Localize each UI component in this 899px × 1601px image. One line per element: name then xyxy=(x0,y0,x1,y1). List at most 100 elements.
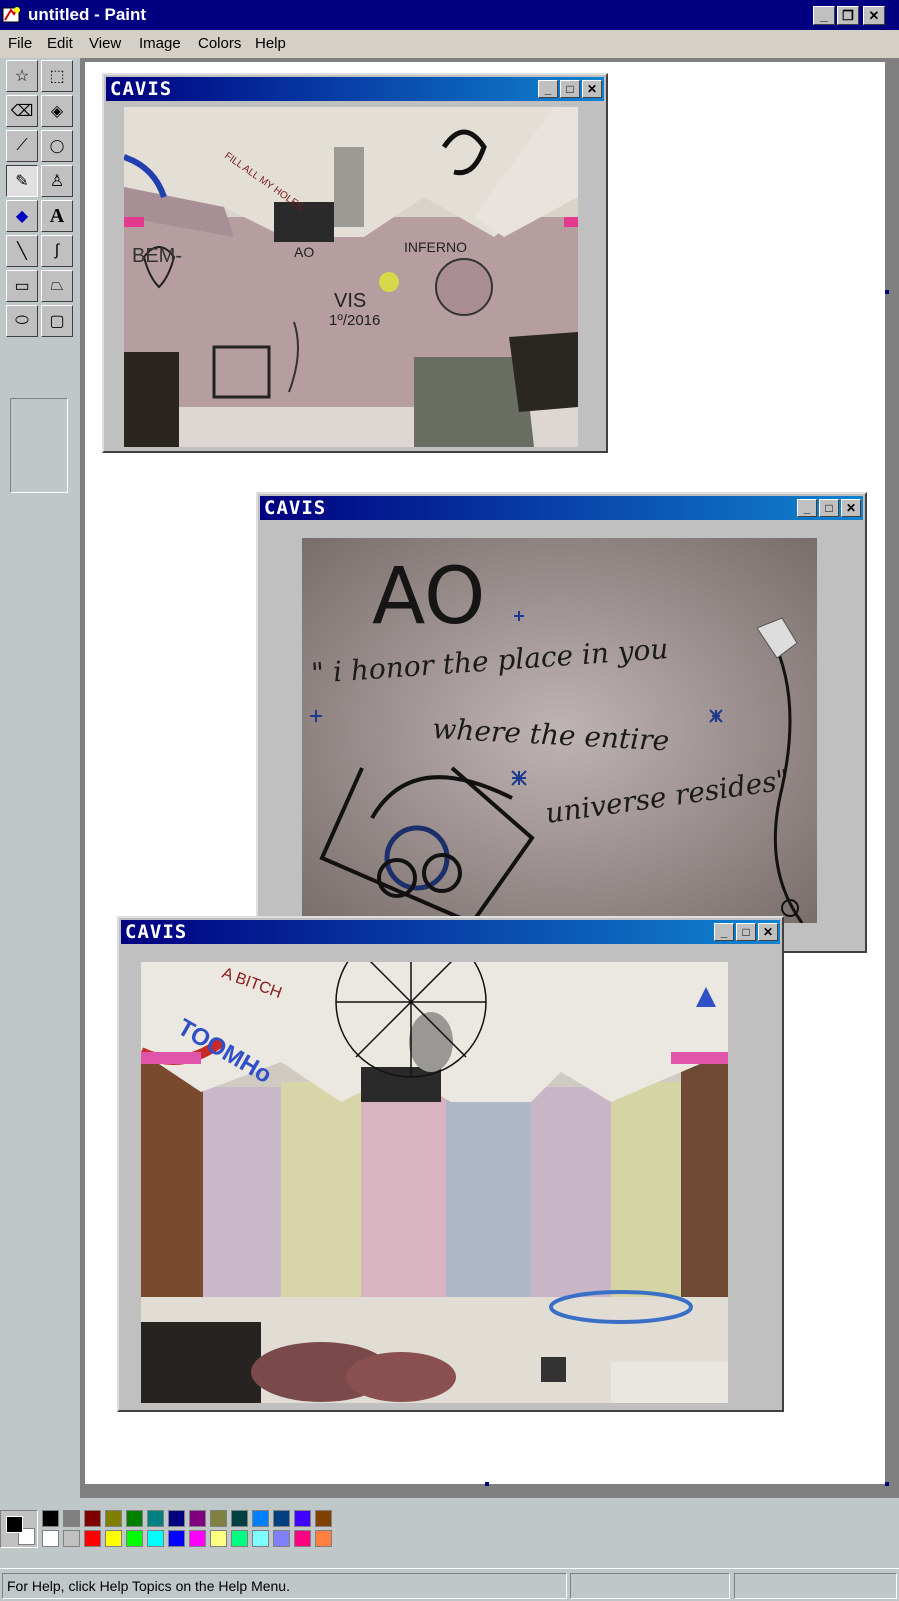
line-icon: ╲ xyxy=(17,243,27,260)
palette-swatch[interactable] xyxy=(231,1510,248,1527)
eraser-tool[interactable]: ⌫ xyxy=(6,95,38,127)
cavis-photo-2: AO " i honor the place in you where the … xyxy=(302,538,817,923)
menu-help[interactable]: Help xyxy=(255,35,286,52)
menu-file[interactable]: File xyxy=(8,35,32,52)
color-palette xyxy=(0,1498,899,1560)
curve-tool[interactable]: ∫ xyxy=(41,235,73,267)
tool-options-box[interactable] xyxy=(10,398,68,493)
graffiti-room-image: BEM- VIS 1º/2016 INFERNO AO FILL ALL MY … xyxy=(124,107,578,447)
ellipse-icon: ⬭ xyxy=(15,312,29,329)
foreground-color-swatch[interactable] xyxy=(6,1516,23,1533)
minimize-button[interactable]: _ xyxy=(813,6,835,25)
cavis-1-close-button[interactable]: ✕ xyxy=(582,80,602,98)
menu-colors[interactable]: Colors xyxy=(198,35,241,52)
cavis-3-close-button[interactable]: ✕ xyxy=(758,923,778,941)
palette-swatch[interactable] xyxy=(126,1510,143,1527)
palette-swatch[interactable] xyxy=(84,1510,101,1527)
cavis-window-3[interactable]: CAVIS _ □ ✕ A BITCH TOOMHo xyxy=(117,916,784,1412)
free-select-tool[interactable]: ☆ xyxy=(6,60,38,92)
palette-swatch[interactable] xyxy=(189,1530,206,1547)
cavis-window-2[interactable]: CAVIS _ □ ✕ AO " i honor the place in yo… xyxy=(256,492,867,953)
menu-edit[interactable]: Edit xyxy=(47,35,73,52)
palette-swatch[interactable] xyxy=(42,1510,59,1527)
resize-handle-right[interactable] xyxy=(885,290,889,294)
palette-swatch[interactable] xyxy=(42,1530,59,1547)
cavis-window-3-titlebar[interactable]: CAVIS _ □ ✕ xyxy=(121,920,780,944)
magnifier-icon: ◯ xyxy=(49,138,65,153)
palette-swatch[interactable] xyxy=(105,1530,122,1547)
cavis-window-2-title: CAVIS xyxy=(264,497,327,519)
line-tool[interactable]: ╲ xyxy=(6,235,38,267)
cavis-window-1[interactable]: CAVIS _ □ ✕ BEM- VIS 1º/2016 INFERNO AO … xyxy=(102,73,608,453)
rectangle-icon: ▭ xyxy=(14,278,30,295)
cavis-window-2-titlebar[interactable]: CAVIS _ □ ✕ xyxy=(260,496,863,520)
palette-swatch[interactable] xyxy=(315,1510,332,1527)
magnifier-tool[interactable]: ◯ xyxy=(41,130,73,162)
brush-tool[interactable]: ♙ xyxy=(41,165,73,197)
palette-swatch[interactable] xyxy=(84,1530,101,1547)
close-button[interactable]: ✕ xyxy=(863,6,885,25)
menu-image[interactable]: Image xyxy=(139,35,181,52)
wall-text-vis: VIS xyxy=(334,290,366,312)
menu-view[interactable]: View xyxy=(89,35,121,52)
palette-swatch[interactable] xyxy=(210,1530,227,1547)
status-coordinates xyxy=(570,1573,730,1599)
palette-swatch[interactable] xyxy=(147,1530,164,1547)
cavis-3-maximize-button[interactable]: □ xyxy=(736,923,756,941)
status-size xyxy=(734,1573,897,1599)
palette-swatch[interactable] xyxy=(315,1530,332,1547)
cavis-3-minimize-button[interactable]: _ xyxy=(714,923,734,941)
palette-swatch[interactable] xyxy=(231,1530,248,1547)
text-icon: A xyxy=(49,204,65,227)
cavis-window-1-titlebar[interactable]: CAVIS _ □ ✕ xyxy=(106,77,604,101)
color-picker-tool[interactable]: ⟋ xyxy=(6,130,38,162)
cavis-1-maximize-button[interactable]: □ xyxy=(560,80,580,98)
ellipse-tool[interactable]: ⬭ xyxy=(6,305,38,337)
pencil-tool[interactable]: ✎ xyxy=(6,165,38,197)
fill-tool[interactable]: ◈ xyxy=(41,95,73,127)
paint-app-icon[interactable] xyxy=(2,5,22,25)
resize-handle-bottom[interactable] xyxy=(485,1482,489,1486)
palette-swatch[interactable] xyxy=(126,1530,143,1547)
palette-swatch[interactable] xyxy=(294,1530,311,1547)
restore-button[interactable]: ❐ xyxy=(837,6,859,25)
palette-swatch[interactable] xyxy=(63,1530,80,1547)
palette-swatch[interactable] xyxy=(63,1510,80,1527)
text-tool[interactable]: A xyxy=(41,200,73,232)
cavis-2-maximize-button[interactable]: □ xyxy=(819,499,839,517)
airbrush-tool[interactable]: ◆ xyxy=(6,200,38,232)
palette-swatch[interactable] xyxy=(210,1510,227,1527)
resize-handle-corner[interactable] xyxy=(885,1482,889,1486)
wall-text-date: 1º/2016 xyxy=(329,312,380,329)
palette-swatch[interactable] xyxy=(147,1510,164,1527)
palette-swatch[interactable] xyxy=(252,1530,269,1547)
wall-text-bem: BEM- xyxy=(132,245,182,267)
cavis-1-minimize-button[interactable]: _ xyxy=(538,80,558,98)
palette-swatch[interactable] xyxy=(105,1510,122,1527)
palette-swatch[interactable] xyxy=(189,1510,206,1527)
toolbox: ☆ ⬚ ⌫ ◈ ⟋ ◯ ✎ ♙ ◆ A ╲ ∫ ▭ ⏢ ⬭ ▢ xyxy=(0,58,81,1498)
palette-swatch[interactable] xyxy=(168,1510,185,1527)
rect-select-tool[interactable]: ⬚ xyxy=(41,60,73,92)
palette-swatch[interactable] xyxy=(294,1510,311,1527)
polygon-icon: ⏢ xyxy=(50,277,64,294)
cavis-2-close-button[interactable]: ✕ xyxy=(841,499,861,517)
pencil-icon: ✎ xyxy=(15,173,29,190)
cavis-2-minimize-button[interactable]: _ xyxy=(797,499,817,517)
palette-swatch[interactable] xyxy=(252,1510,269,1527)
wall-text-ao: AO xyxy=(294,244,314,260)
status-bar: For Help, click Help Topics on the Help … xyxy=(0,1568,899,1601)
palette-swatch[interactable] xyxy=(168,1530,185,1547)
rect-select-icon: ⬚ xyxy=(49,68,65,85)
menu-bar: File Edit View Image Colors Help xyxy=(0,30,899,59)
status-help-text: For Help, click Help Topics on the Help … xyxy=(2,1573,567,1599)
window-title: untitled - Paint xyxy=(28,5,147,24)
palette-swatch[interactable] xyxy=(273,1510,290,1527)
polygon-tool[interactable]: ⏢ xyxy=(41,270,73,302)
cavis-photo-1: BEM- VIS 1º/2016 INFERNO AO FILL ALL MY … xyxy=(124,107,578,447)
palette-swatch[interactable] xyxy=(273,1530,290,1547)
cavis-window-1-title: CAVIS xyxy=(110,78,173,100)
rectangle-tool[interactable]: ▭ xyxy=(6,270,38,302)
rounded-rect-tool[interactable]: ▢ xyxy=(41,305,73,337)
current-colors[interactable] xyxy=(0,1510,38,1548)
